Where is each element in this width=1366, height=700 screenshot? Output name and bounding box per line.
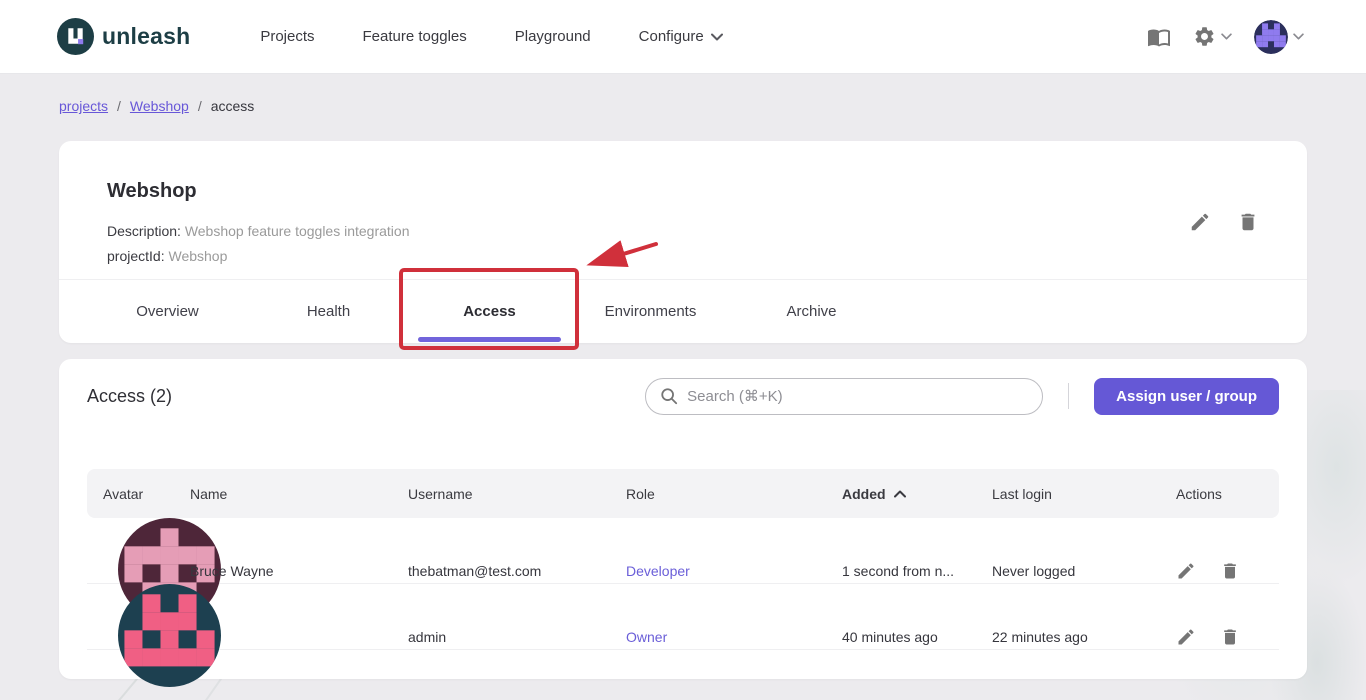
role-link[interactable]: Owner	[626, 629, 667, 645]
book-icon	[1147, 25, 1171, 49]
last-login-cell: 22 minutes ago	[992, 629, 1176, 645]
chevron-down-icon	[1293, 33, 1304, 40]
main-nav: Projects Feature toggles Playground Conf…	[260, 28, 722, 45]
pencil-icon	[1189, 211, 1211, 233]
page: unleash Projects Feature toggles Playgro…	[0, 0, 1366, 700]
unleash-logo-icon	[57, 18, 94, 55]
column-header-name: Name	[190, 486, 408, 502]
description-value: Webshop feature toggles integration	[185, 223, 410, 239]
project-header: Webshop Description: Webshop feature tog…	[59, 141, 1307, 279]
access-toolbar: Access (2) Assign user / group	[87, 359, 1279, 433]
username-cell: thebatman@test.com	[408, 563, 626, 579]
edit-user-button[interactable]	[1176, 561, 1196, 581]
assign-user-group-button[interactable]: Assign user / group	[1094, 378, 1279, 415]
top-navigation-bar: unleash Projects Feature toggles Playgro…	[0, 0, 1366, 74]
project-tabs: Overview Health Access Environments Arch…	[59, 279, 1307, 343]
actions-cell	[1176, 627, 1279, 647]
access-table: Avatar Name Username Role Added Last log…	[87, 469, 1279, 650]
tab-health[interactable]: Health	[248, 280, 409, 343]
settings-menu-button[interactable]	[1193, 25, 1232, 48]
tab-environments[interactable]: Environments	[570, 280, 731, 343]
user-menu-button[interactable]	[1254, 20, 1304, 54]
chevron-down-icon	[1221, 33, 1232, 40]
breadcrumb-separator: /	[117, 98, 121, 114]
pencil-icon	[1176, 561, 1196, 581]
breadcrumb-separator: /	[198, 98, 202, 114]
remove-user-button[interactable]	[1220, 561, 1240, 581]
search-input[interactable]	[687, 388, 1007, 405]
table-row-admin: admin Owner 40 minutes ago 22 minutes ag…	[87, 584, 1279, 650]
breadcrumb: projects / Webshop / access	[59, 98, 1307, 114]
breadcrumb-projects-link[interactable]: projects	[59, 98, 108, 114]
nav-configure-label: Configure	[639, 28, 704, 45]
nav-feature-toggles[interactable]: Feature toggles	[363, 28, 467, 45]
name-cell: Bruce Wayne	[190, 563, 408, 579]
project-title: Webshop	[107, 180, 409, 203]
role-cell: Owner	[626, 629, 842, 645]
avatar-cell	[87, 584, 190, 690]
trash-icon	[1220, 627, 1240, 647]
nav-configure[interactable]: Configure	[639, 28, 723, 45]
project-id-value: Webshop	[168, 248, 227, 264]
role-link[interactable]: Developer	[626, 563, 690, 579]
table-row-bruce-wayne: Bruce Wayne thebatman@test.com Developer…	[87, 518, 1279, 584]
toolbar-divider	[1068, 383, 1069, 409]
brand-name: unleash	[102, 23, 190, 50]
search-icon	[660, 387, 678, 405]
tab-archive[interactable]: Archive	[731, 280, 892, 343]
nav-playground[interactable]: Playground	[515, 28, 591, 45]
trash-icon	[1220, 561, 1240, 581]
table-body: Bruce Wayne thebatman@test.com Developer…	[87, 518, 1279, 650]
project-id-label: projectId:	[107, 248, 165, 264]
column-header-avatar: Avatar	[87, 486, 190, 502]
project-header-card: Webshop Description: Webshop feature tog…	[59, 141, 1307, 343]
gear-icon	[1193, 25, 1216, 48]
role-cell: Developer	[626, 563, 842, 579]
user-avatar	[1254, 20, 1288, 54]
sort-ascending-icon	[894, 490, 906, 498]
pencil-icon	[1176, 627, 1196, 647]
breadcrumb-webshop-link[interactable]: Webshop	[130, 98, 189, 114]
topbar-right	[1147, 20, 1304, 54]
access-panel-card: Access (2) Assign user / group Avatar Na…	[59, 359, 1307, 679]
tab-access[interactable]: Access	[409, 280, 570, 343]
user-avatar	[118, 674, 221, 690]
username-cell: admin	[408, 629, 626, 645]
trash-icon	[1237, 211, 1259, 233]
breadcrumb-current: access	[211, 98, 255, 114]
main-content: projects / Webshop / access Webshop Desc…	[59, 98, 1307, 679]
search-box	[645, 378, 1043, 415]
access-tools: Assign user / group	[645, 378, 1279, 415]
unleash-logo[interactable]: unleash	[57, 18, 190, 55]
delete-project-button[interactable]	[1237, 211, 1259, 233]
chevron-down-icon	[711, 33, 723, 41]
documentation-button[interactable]	[1147, 25, 1171, 49]
edit-project-button[interactable]	[1189, 211, 1211, 233]
column-header-last-login: Last login	[992, 486, 1176, 502]
project-id-row: projectId: Webshop	[107, 248, 409, 264]
column-header-added-label: Added	[842, 486, 886, 502]
project-actions	[1189, 211, 1259, 233]
column-header-added[interactable]: Added	[842, 486, 992, 502]
description-label: Description:	[107, 223, 181, 239]
remove-user-button[interactable]	[1220, 627, 1240, 647]
column-header-username: Username	[408, 486, 626, 502]
column-header-actions: Actions	[1176, 486, 1279, 502]
tab-overview[interactable]: Overview	[87, 280, 248, 343]
nav-projects[interactable]: Projects	[260, 28, 314, 45]
table-header-row: Avatar Name Username Role Added Last log…	[87, 469, 1279, 518]
project-description-row: Description: Webshop feature toggles int…	[107, 223, 409, 239]
access-panel-title: Access (2)	[87, 386, 172, 407]
actions-cell	[1176, 561, 1279, 581]
added-cell: 40 minutes ago	[842, 629, 992, 645]
last-login-cell: Never logged	[992, 563, 1176, 579]
column-header-role: Role	[626, 486, 842, 502]
added-cell: 1 second from n...	[842, 563, 992, 579]
project-info: Webshop Description: Webshop feature tog…	[107, 180, 409, 264]
edit-user-button[interactable]	[1176, 627, 1196, 647]
